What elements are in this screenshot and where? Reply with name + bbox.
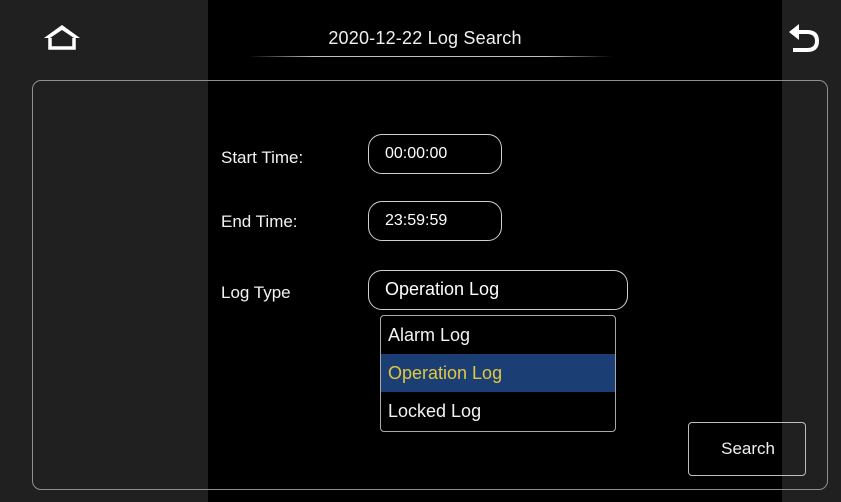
log-type-dropdown: Alarm Log Operation Log Locked Log <box>380 315 616 432</box>
end-time-label: End Time: <box>221 212 298 231</box>
start-time-field[interactable]: 00:00:00 <box>368 134 502 174</box>
dropdown-option-operation-log[interactable]: Operation Log <box>381 354 615 392</box>
log-type-select[interactable]: Operation Log <box>368 270 628 310</box>
dropdown-option-alarm-log[interactable]: Alarm Log <box>381 316 615 354</box>
dropdown-option-locked-log[interactable]: Locked Log <box>381 392 615 430</box>
search-button[interactable]: Search <box>688 422 806 476</box>
start-time-label: Start Time: <box>221 148 304 167</box>
home-icon <box>44 25 80 50</box>
title-underline <box>248 56 612 57</box>
back-arrow-icon <box>789 24 820 52</box>
back-button[interactable] <box>779 20 827 60</box>
log-type-label: Log Type <box>221 283 291 302</box>
end-time-field[interactable]: 23:59:59 <box>368 201 502 241</box>
page-title: 2020-12-22 Log Search <box>328 28 522 48</box>
home-button[interactable] <box>38 22 86 56</box>
